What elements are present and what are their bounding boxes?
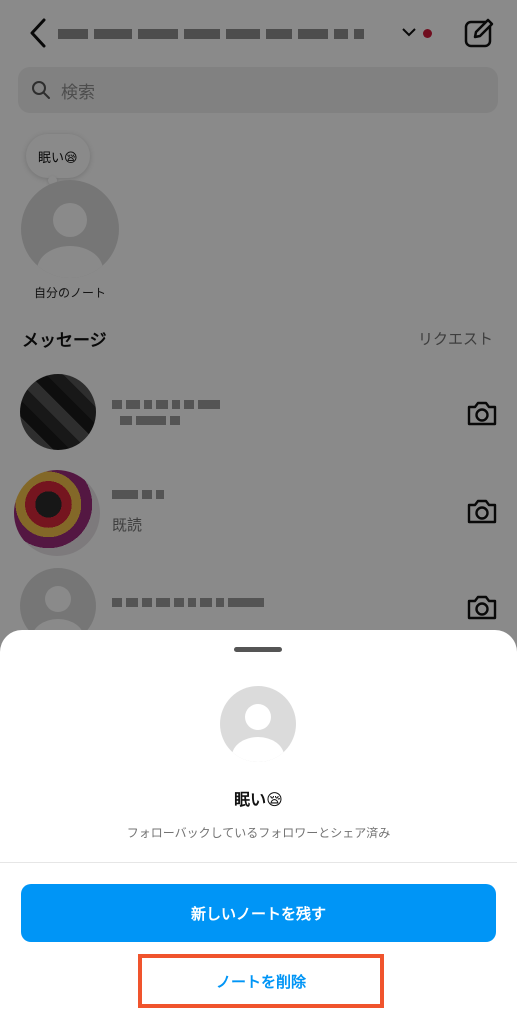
delete-note-button[interactable]: ノートを削除 xyxy=(138,954,384,1008)
new-note-button[interactable]: 新しいノートを残す xyxy=(21,884,496,942)
note-avatar xyxy=(220,686,296,762)
sheet-drag-handle[interactable] xyxy=(234,647,282,652)
note-bottom-sheet: 眠い😪 フォローバックしているフォロワーとシェア済み 新しいノートを残す ノート… xyxy=(0,630,517,1024)
note-text: 眠い😪 xyxy=(234,790,283,809)
default-avatar-icon xyxy=(232,704,284,762)
divider xyxy=(0,862,517,863)
note-audience-text: フォローバックしているフォロワーとシェア済み xyxy=(126,826,391,840)
